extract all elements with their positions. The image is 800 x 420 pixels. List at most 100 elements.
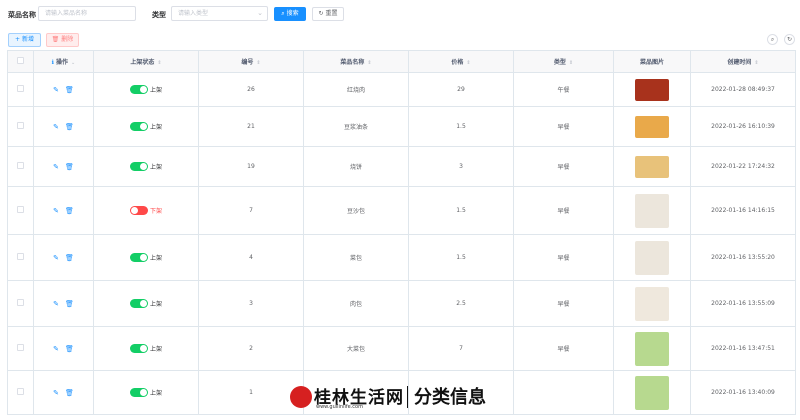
id-cell: 26 (198, 72, 304, 107)
status-switch[interactable] (129, 388, 148, 397)
trash-icon[interactable]: 🗑 (65, 207, 74, 215)
image-cell (613, 280, 691, 327)
switch-knob (130, 207, 138, 214)
row-checkbox[interactable] (17, 388, 24, 395)
row-checkbox[interactable] (17, 299, 24, 306)
sort-icon: ⇕ (157, 60, 162, 66)
status-label: 上架 (149, 346, 162, 353)
status-cell: 上架 (93, 370, 199, 415)
dish-image[interactable] (635, 331, 669, 366)
status-cell: 上架 (93, 326, 199, 371)
dish-image[interactable] (635, 193, 669, 228)
row-select-cell (7, 326, 34, 371)
type-cell (513, 370, 614, 415)
row-actions: ✎ 🗑 (33, 186, 94, 235)
price-cell: 1.5 (408, 106, 514, 147)
edit-icon[interactable]: ✎ (53, 254, 59, 262)
table-row: ✎ 🗑 上架 3 肉包 2.5 早餐 2022-01-16 13:55:09 (7, 280, 796, 327)
search-toggle-button[interactable]: ⌕ (767, 34, 778, 45)
image-cell (613, 326, 691, 371)
status-switch[interactable] (129, 206, 148, 215)
id-cell: 4 (198, 234, 304, 281)
type-cell: 早餐 (513, 326, 614, 371)
table-row: ✎ 🗑 上架 2 大菜包 7 早餐 2022-01-16 13:47:51 (7, 326, 796, 371)
reset-button[interactable]: ↻ 重置 (312, 7, 344, 21)
type-cell: 午餐 (513, 72, 614, 107)
trash-icon[interactable]: 🗑 (65, 254, 74, 262)
row-actions: ✎ 🗑 (33, 106, 94, 147)
name-header[interactable]: 菜品名称 ⇕ (303, 50, 409, 73)
row-checkbox[interactable] (17, 344, 24, 351)
dish-image[interactable] (635, 115, 669, 138)
status-switch[interactable] (129, 253, 148, 262)
status-cell: 上架 (93, 146, 199, 187)
status-switch[interactable] (129, 122, 148, 131)
row-checkbox[interactable] (17, 253, 24, 260)
info-icon: ℹ (51, 59, 55, 66)
trash-icon[interactable]: 🗑 (65, 123, 74, 131)
dish-image[interactable] (635, 155, 669, 178)
name-cell: 肉包 (303, 280, 409, 327)
edit-icon[interactable]: ✎ (53, 345, 59, 353)
dish-image[interactable] (635, 286, 669, 321)
trash-icon[interactable]: 🗑 (65, 86, 74, 94)
edit-icon[interactable]: ✎ (53, 163, 59, 171)
row-select-cell (7, 146, 34, 187)
row-checkbox[interactable] (17, 85, 24, 92)
status-switch[interactable] (129, 299, 148, 308)
dish-image[interactable] (635, 375, 669, 410)
watermark-category: 分类信息 (414, 387, 486, 408)
dish-image[interactable] (635, 78, 669, 101)
status-switch[interactable] (129, 85, 148, 94)
status-label: 上架 (149, 301, 162, 308)
status-switch[interactable] (129, 344, 148, 353)
created-cell: 2022-01-28 08:49:37 (690, 72, 796, 107)
id-header[interactable]: 编号 ⇕ (198, 50, 304, 73)
table-row: ✎ 🗑 上架 26 红烧肉 29 午餐 2022-01-28 08:49:37 (7, 72, 796, 107)
refresh-icon: ↻ (786, 36, 793, 43)
delete-button[interactable]: 🗑 删除 (46, 33, 79, 47)
switch-knob (139, 254, 147, 261)
row-select-cell (7, 106, 34, 147)
add-button[interactable]: + 新增 (8, 33, 41, 47)
dish-name-input[interactable]: 请输入菜品名称 (38, 6, 136, 21)
created-cell: 2022-01-16 13:55:20 (690, 234, 796, 281)
status-header[interactable]: 上架状态 ⇕ (93, 50, 199, 73)
table-row: ✎ 🗑 上架 19 烧饼 3 早餐 2022-01-22 17:24:32 (7, 146, 796, 187)
select-all-checkbox[interactable] (17, 57, 24, 64)
watermark-divider (407, 386, 408, 408)
trash-icon[interactable]: 🗑 (65, 163, 74, 171)
edit-icon[interactable]: ✎ (53, 207, 59, 215)
status-cell: 上架 (93, 72, 199, 107)
dish-image[interactable] (635, 240, 669, 275)
status-switch[interactable] (129, 162, 148, 171)
trash-icon[interactable]: 🗑 (65, 300, 74, 308)
refresh-icon: ↻ (318, 10, 324, 17)
created-cell: 2022-01-22 17:24:32 (690, 146, 796, 187)
row-actions: ✎ 🗑 (33, 326, 94, 371)
trash-icon[interactable]: 🗑 (65, 345, 74, 353)
search-button[interactable]: ⌕ 搜索 (274, 7, 306, 21)
sort-icon: ⇕ (568, 60, 574, 66)
row-checkbox[interactable] (17, 122, 24, 129)
edit-icon[interactable]: ✎ (53, 300, 59, 308)
switch-knob (139, 123, 147, 130)
sort-icon: ⇕ (367, 60, 372, 66)
row-checkbox[interactable] (17, 206, 24, 213)
row-select-cell (7, 72, 34, 107)
price-header[interactable]: 价格 ⇕ (408, 50, 514, 73)
refresh-button[interactable]: ↻ (784, 34, 795, 45)
row-checkbox[interactable] (17, 162, 24, 169)
id-cell: 7 (198, 186, 304, 235)
type-select[interactable]: 请输入类型 ⌄ (171, 6, 268, 21)
edit-icon[interactable]: ✎ (53, 86, 59, 94)
type-header[interactable]: 类型 ⇕ (513, 50, 614, 73)
edit-icon[interactable]: ✎ (53, 123, 59, 131)
sort-icon: ⇕ (754, 60, 759, 66)
name-cell: 菜包 (303, 234, 409, 281)
trash-icon[interactable]: 🗑 (65, 389, 74, 397)
edit-icon[interactable]: ✎ (53, 389, 59, 397)
created-header[interactable]: 创建时间 ⇕ (690, 50, 796, 73)
name-cell: 豆浆油条 (303, 106, 409, 147)
name-cell: 豆沙包 (303, 186, 409, 235)
